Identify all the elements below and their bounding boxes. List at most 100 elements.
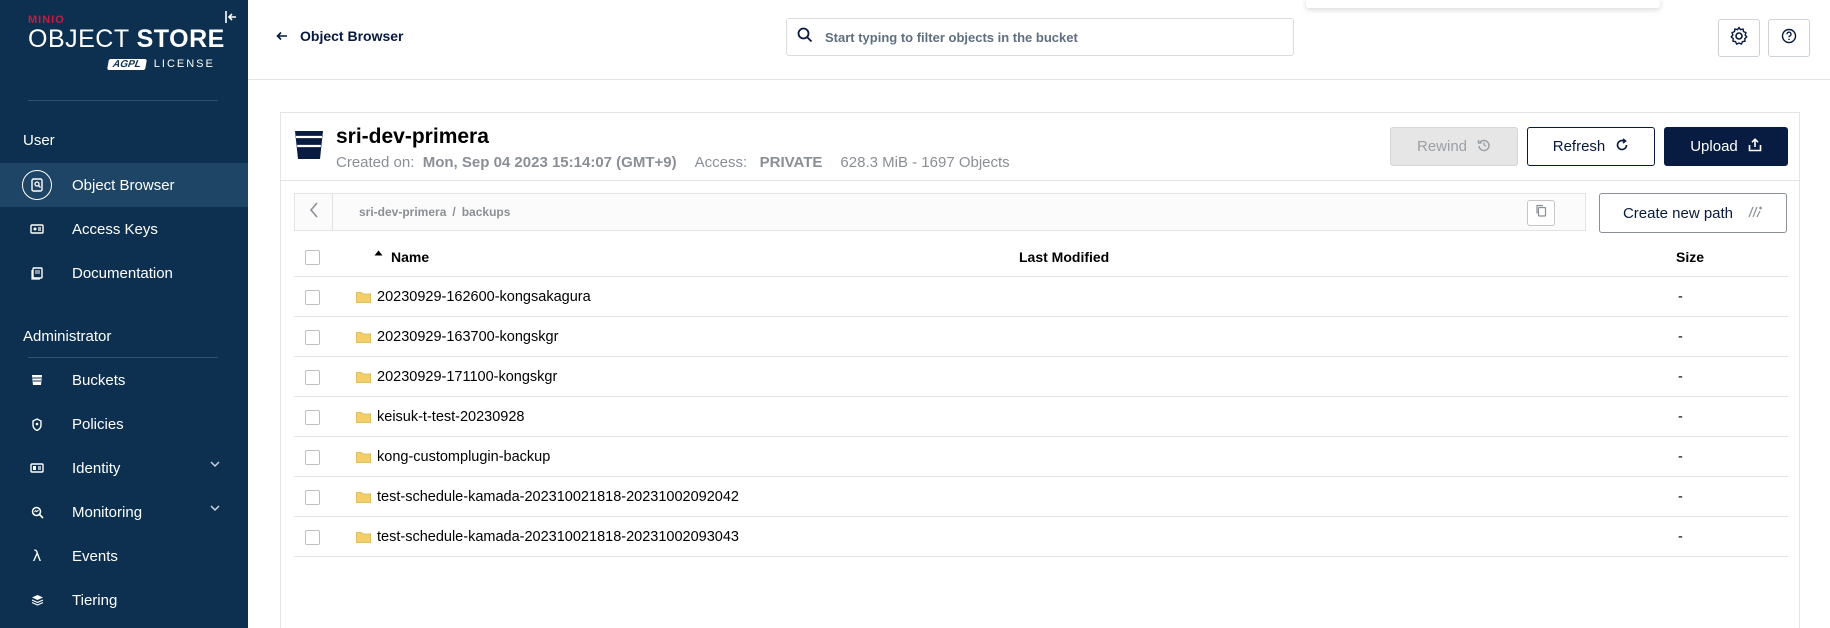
table-header: Name Last Modified Size: [294, 237, 1788, 277]
lambda-icon: λ: [32, 547, 42, 565]
agpl-badge: AGPL: [107, 58, 147, 70]
sort-ascending-icon: [374, 248, 383, 259]
folder-icon: [356, 531, 371, 543]
table-row[interactable]: 20230929-162600-kongsakagura -: [294, 277, 1788, 317]
table-row[interactable]: 20230929-171100-kongskgr -: [294, 357, 1788, 397]
chevron-down-icon[interactable]: [210, 504, 220, 515]
breadcrumb-bucket[interactable]: sri-dev-primera: [359, 205, 446, 219]
table-row[interactable]: keisuk-t-test-20230928 -: [294, 397, 1788, 437]
access-label: Access:: [694, 154, 748, 171]
bucket-name: sri-dev-primera: [336, 125, 489, 148]
row-name: 20230929-163700-kongskgr: [377, 329, 559, 345]
breadcrumb-back-button[interactable]: [295, 194, 333, 230]
breadcrumb-path: sri-dev-primera / backups: [359, 205, 510, 219]
sidebar-item-object-browser[interactable]: Object Browser: [0, 163, 248, 207]
sidebar-item-tiering[interactable]: Tiering: [0, 578, 248, 622]
rewind-button[interactable]: Rewind: [1390, 127, 1518, 166]
identity-icon: [22, 453, 52, 483]
folder-icon: [356, 451, 371, 463]
object-browser-icon: [22, 170, 52, 200]
sidebar-divider: [28, 100, 218, 101]
sidebar-item-label: Tiering: [72, 591, 118, 609]
rewind-label: Rewind: [1416, 138, 1468, 155]
collapse-sidebar-icon[interactable]: [222, 8, 240, 26]
section-user: User: [23, 132, 55, 149]
sidebar-item-events[interactable]: λ Events: [0, 534, 248, 578]
sidebar-item-buckets[interactable]: Buckets: [0, 358, 248, 402]
column-name-header[interactable]: Name: [374, 249, 429, 265]
copy-icon: [1535, 204, 1547, 222]
sidebar-item-label: Monitoring: [72, 503, 143, 521]
create-new-path-button[interactable]: Create new path: [1599, 193, 1787, 233]
breadcrumb: sri-dev-primera / backups: [294, 193, 1586, 231]
row-name-cell: test-schedule-kamada-202310021818-202310…: [356, 489, 739, 505]
back-to-object-browser[interactable]: Object Browser: [276, 28, 403, 44]
bucket-icon: [294, 129, 324, 161]
table-row[interactable]: test-schedule-kamada-202310021818-202310…: [294, 517, 1788, 557]
refresh-icon: [1615, 137, 1629, 156]
sidebar-item-label: Identity: [72, 459, 121, 477]
search-box[interactable]: [786, 18, 1294, 56]
refresh-button[interactable]: Refresh: [1527, 127, 1655, 166]
row-checkbox[interactable]: [305, 370, 320, 385]
sidebar-item-label: Documentation: [72, 264, 173, 282]
bucket-panel: sri-dev-primera Created on: Mon, Sep 04 …: [280, 112, 1800, 628]
sidebar-item-access-keys[interactable]: Access Keys: [0, 207, 248, 251]
row-size: -: [1678, 409, 1683, 425]
section-administrator: Administrator: [23, 328, 112, 345]
row-name: kong-customplugin-backup: [377, 449, 551, 465]
logo-product: OBJECT STORE: [28, 25, 225, 53]
refresh-label: Refresh: [1552, 138, 1606, 155]
folder-icon: [356, 291, 371, 303]
page-title: Object Browser: [300, 28, 404, 44]
create-path-label: Create new path: [1622, 204, 1734, 222]
select-all-checkbox[interactable]: [305, 250, 320, 265]
row-size: -: [1678, 329, 1683, 345]
breadcrumb-folder[interactable]: backups: [462, 205, 511, 219]
bucket-header: sri-dev-primera Created on: Mon, Sep 04 …: [281, 113, 1799, 181]
copy-path-button[interactable]: [1527, 200, 1555, 226]
row-checkbox[interactable]: [305, 450, 320, 465]
row-checkbox[interactable]: [305, 330, 320, 345]
logo-license: AGPL LICENSE: [107, 58, 215, 70]
settings-button[interactable]: [1718, 19, 1760, 57]
minio-logo[interactable]: MINIO OBJECT STORE AGPL LICENSE: [28, 14, 228, 76]
access-keys-icon: [22, 214, 52, 244]
upload-label: Upload: [1690, 138, 1738, 155]
bucket-icon: [22, 365, 52, 395]
folder-icon: [356, 331, 371, 343]
breadcrumb-separator: /: [452, 205, 456, 219]
row-checkbox[interactable]: [305, 410, 320, 425]
sidebar-item-identity[interactable]: Identity: [0, 446, 248, 490]
row-name-cell: 20230929-171100-kongskgr: [356, 369, 557, 385]
row-name-cell: 20230929-162600-kongsakagura: [356, 289, 591, 305]
row-checkbox[interactable]: [305, 290, 320, 305]
access-value: PRIVATE: [759, 154, 823, 171]
help-button[interactable]: [1768, 19, 1810, 57]
dropdown-panel-edge: [1306, 0, 1660, 8]
gear-icon: [1729, 26, 1749, 51]
search-input[interactable]: [825, 29, 1275, 45]
sidebar-item-documentation[interactable]: Documentation: [0, 251, 248, 295]
chevron-down-icon[interactable]: [210, 460, 220, 471]
row-checkbox[interactable]: [305, 490, 320, 505]
column-modified-header[interactable]: Last Modified: [1019, 249, 1109, 265]
arrow-left-icon: [276, 28, 288, 44]
search-icon: [797, 27, 817, 48]
sidebar-item-monitoring[interactable]: Monitoring: [0, 490, 248, 534]
folder-icon: [356, 411, 371, 423]
row-size: -: [1678, 529, 1683, 545]
upload-button[interactable]: Upload: [1664, 127, 1788, 166]
bucket-meta: Created on: Mon, Sep 04 2023 15:14:07 (G…: [336, 154, 1010, 171]
rewind-icon: [1477, 138, 1491, 156]
created-value: Mon, Sep 04 2023 15:14:07 (GMT+9): [422, 154, 677, 171]
table-row[interactable]: test-schedule-kamada-202310021818-202310…: [294, 477, 1788, 517]
table-row[interactable]: 20230929-163700-kongskgr -: [294, 317, 1788, 357]
table-row[interactable]: kong-customplugin-backup -: [294, 437, 1788, 477]
column-size-header[interactable]: Size: [1676, 249, 1704, 265]
row-checkbox[interactable]: [305, 530, 320, 545]
row-name-cell: keisuk-t-test-20230928: [356, 409, 525, 425]
sidebar-item-policies[interactable]: Policies: [0, 402, 248, 446]
row-size: -: [1678, 289, 1683, 305]
sidebar-item-label: Events: [72, 547, 118, 565]
